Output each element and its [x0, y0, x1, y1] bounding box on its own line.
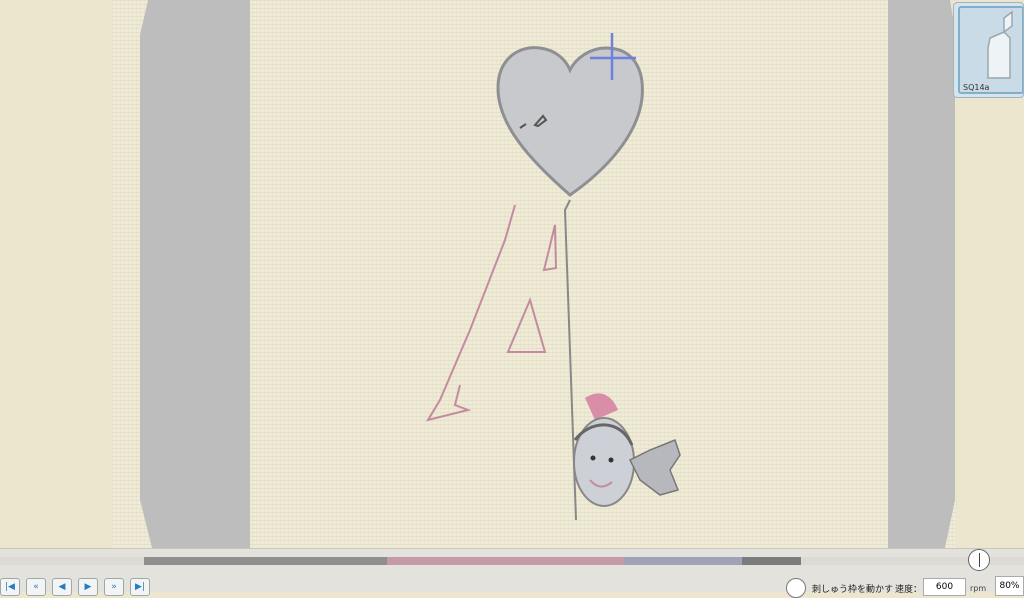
right-eye — [608, 457, 614, 463]
prev-stitch-button[interactable]: ◀ — [52, 578, 72, 596]
thread-color-sequence — [144, 557, 801, 565]
thread-color-segment — [387, 557, 624, 565]
thread-color-segment — [623, 557, 742, 565]
move-hoop-toggle[interactable] — [786, 578, 806, 598]
progress-slider-knob[interactable] — [968, 549, 990, 571]
zoom-level[interactable]: 80% — [995, 576, 1024, 596]
prev-color-button[interactable]: « — [26, 578, 46, 596]
hoop-left-bar — [140, 0, 250, 548]
move-hoop-label: 刺しゅう枠を動かす — [812, 585, 894, 595]
embroidery-hoop — [112, 0, 957, 548]
speed-input[interactable]: 600 — [923, 578, 966, 596]
first-stitch-button[interactable]: |◀ — [0, 578, 20, 596]
speed-unit: rpm — [970, 584, 987, 593]
hoop-right-bar — [888, 0, 955, 548]
thread-color-segment — [144, 557, 388, 565]
thumbnail-frame — [958, 6, 1023, 94]
thumbnail-label: SQ14a — [963, 83, 990, 92]
last-stitch-button[interactable]: ▶| — [130, 578, 150, 596]
bottle-outline-icon — [987, 10, 1013, 79]
speed-label: 速度： — [895, 585, 923, 595]
thread-color-segment — [741, 557, 801, 565]
next-color-button[interactable]: » — [104, 578, 124, 596]
embroidery-canvas[interactable]: SQ14a |◀ « ◀ ▶ » ▶| 刺しゅう枠を動かす 速度： 600 rp… — [0, 0, 1024, 598]
design-thumbnail[interactable]: SQ14a — [953, 2, 1024, 98]
next-stitch-button[interactable]: ▶ — [78, 578, 98, 596]
left-eye — [590, 455, 596, 461]
